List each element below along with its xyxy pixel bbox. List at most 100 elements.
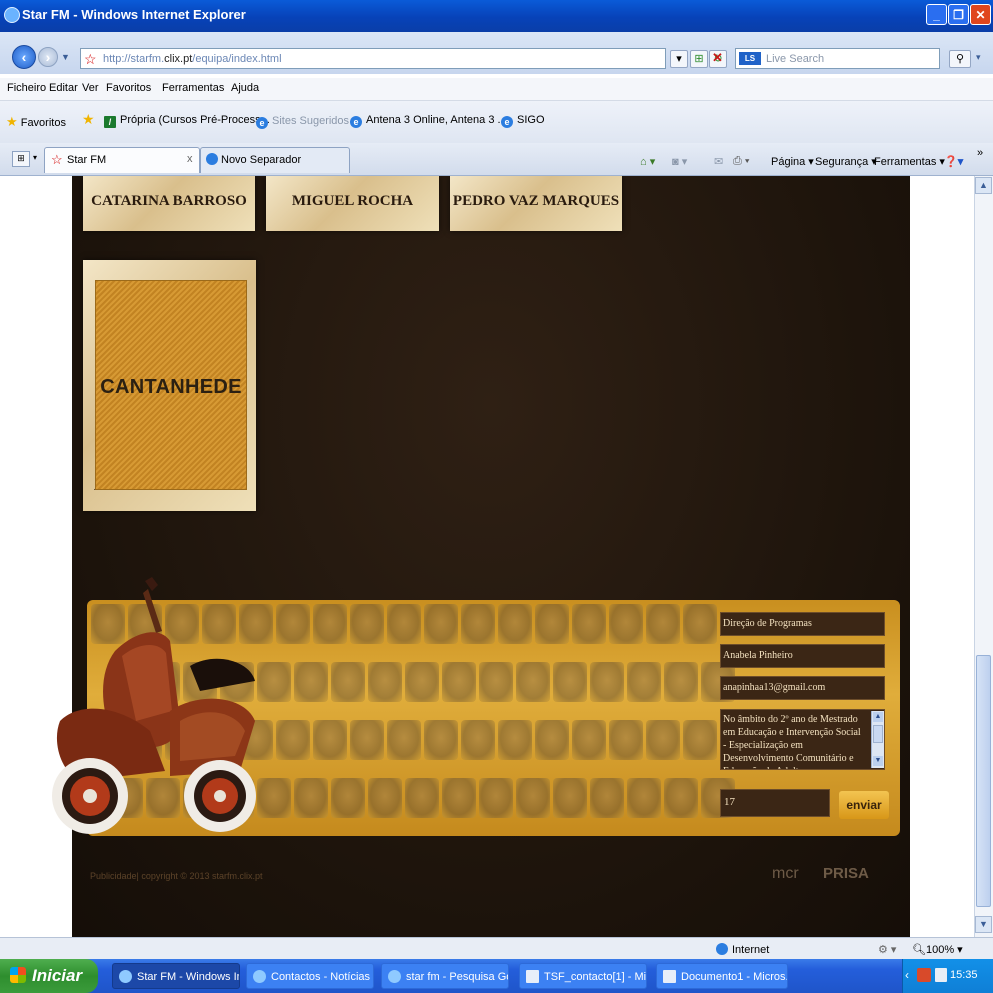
- maximize-button[interactable]: ❐: [948, 4, 969, 25]
- send-button[interactable]: enviar: [839, 791, 889, 819]
- help-icon[interactable]: ❓▾: [944, 155, 963, 168]
- search-options-icon[interactable]: ▾: [976, 52, 981, 63]
- tab-label: Star FM: [67, 154, 107, 166]
- face-tile: [387, 720, 421, 760]
- menu-edit[interactable]: Editar: [49, 82, 78, 94]
- message-scrollbar[interactable]: ▲ ▼: [871, 711, 884, 768]
- scroll-up-icon[interactable]: ▲: [873, 712, 883, 722]
- home-icon[interactable]: ⌂ ▾: [640, 155, 655, 168]
- menu-bar: Ficheiro Editar Ver Favoritos Ferramenta…: [0, 78, 993, 101]
- face-tile: [646, 604, 680, 644]
- protected-mode-icon[interactable]: ⚙ ▾: [878, 943, 896, 956]
- face-tile: [609, 604, 643, 644]
- minimize-button[interactable]: _: [926, 4, 947, 25]
- task-pesquisa[interactable]: star fm - Pesquisa Go...: [381, 963, 509, 989]
- task-tsf-contacto[interactable]: TSF_contacto[1] - Mi...: [519, 963, 647, 989]
- page-menu[interactable]: Página ▾: [771, 155, 814, 168]
- favorites-button[interactable]: ★ Favoritos: [6, 114, 66, 130]
- tray-network-icon[interactable]: [935, 968, 947, 982]
- favorite-item-sigo[interactable]: e SIGO: [501, 114, 545, 128]
- ie-icon: [119, 970, 132, 983]
- tray-app-icon[interactable]: [917, 968, 931, 982]
- name-field[interactable]: Anabela Pinheiro: [720, 644, 885, 668]
- favorite-item-sites[interactable]: e Sites Sugeridos ▾: [256, 114, 358, 129]
- security-menu[interactable]: Segurança ▾: [815, 155, 877, 168]
- stop-icon[interactable]: ✕: [712, 50, 723, 66]
- star-icon: ★: [6, 114, 18, 129]
- quick-tabs-icon[interactable]: ⊞: [12, 151, 30, 167]
- scroll-thumb[interactable]: [976, 655, 991, 907]
- face-tile: [276, 604, 310, 644]
- site-favicon-icon: ☆: [51, 152, 63, 167]
- prisa-logo: PRISA: [823, 865, 869, 882]
- tray-nav-icon[interactable]: ‹: [905, 968, 909, 982]
- close-button[interactable]: ✕: [970, 4, 991, 25]
- task-contactos[interactable]: Contactos - Notícias ...: [246, 963, 374, 989]
- face-tile: [572, 720, 606, 760]
- print-icon[interactable]: ⎙ ▾: [733, 155, 749, 168]
- favorite-item-antena3[interactable]: e Antena 3 Online, Antena 3 ...: [350, 114, 507, 128]
- taskbar-clock[interactable]: 15:35: [950, 969, 978, 981]
- face-tile: [683, 604, 717, 644]
- task-documento1[interactable]: Documento1 - Micros...: [656, 963, 788, 989]
- menu-tools[interactable]: Ferramentas: [162, 82, 224, 94]
- scroll-thumb[interactable]: [873, 725, 883, 743]
- team-member-name: PEDRO VAZ MARQUES: [452, 193, 620, 209]
- face-tile: [405, 662, 439, 702]
- face-tile: [683, 720, 717, 760]
- scroll-up-icon[interactable]: ▲: [975, 177, 992, 194]
- face-tile: [627, 662, 661, 702]
- compatibility-icon[interactable]: ⊞: [690, 50, 708, 68]
- search-icon[interactable]: ⚲: [949, 50, 971, 68]
- start-button[interactable]: Iniciar: [0, 959, 98, 993]
- face-tile: [553, 778, 587, 818]
- menu-help[interactable]: Ajuda: [231, 82, 259, 94]
- scooter-illustration: [52, 577, 256, 834]
- face-tile: [609, 720, 643, 760]
- face-tile: [535, 604, 569, 644]
- ie-icon: [253, 970, 266, 983]
- scroll-down-icon[interactable]: ▼: [975, 916, 992, 933]
- face-tile: [424, 604, 458, 644]
- team-card[interactable]: MIGUEL ROCHA: [266, 176, 439, 231]
- message-textarea[interactable]: No âmbito do 2º ano de Mestrado em Educa…: [720, 709, 885, 770]
- tab-star-fm[interactable]: ☆ Star FM x: [44, 147, 200, 173]
- team-card[interactable]: CATARINA BARROSO: [83, 176, 255, 231]
- live-search-icon: LS: [739, 52, 761, 65]
- history-dropdown-icon[interactable]: ▼: [61, 52, 70, 62]
- menu-file[interactable]: Ficheiro: [7, 82, 46, 94]
- tab-close-icon[interactable]: x: [187, 153, 193, 165]
- tab-list-icon[interactable]: ▾: [33, 153, 37, 162]
- search-field[interactable]: LS Live Search: [735, 48, 940, 69]
- address-field[interactable]: ☆ http://starfm.clix.pt/equipa/index.htm…: [80, 48, 666, 69]
- back-button[interactable]: ‹: [12, 45, 36, 69]
- forward-button[interactable]: ›: [38, 47, 58, 67]
- menu-favorites[interactable]: Favoritos: [106, 82, 151, 94]
- scroll-down-icon[interactable]: ▼: [873, 756, 883, 766]
- add-favorite-icon[interactable]: ★: [82, 111, 95, 128]
- address-dropdown-icon[interactable]: ▾: [670, 50, 688, 68]
- mail-icon[interactable]: ✉: [714, 155, 723, 168]
- favorites-bar: ★ Favoritos ★ / Própria (Cursos Pré-Proce…: [0, 101, 993, 144]
- face-tile: [331, 778, 365, 818]
- captcha-field[interactable]: 17: [720, 789, 830, 817]
- zoom-control[interactable]: 🔍︎100% ▾: [912, 943, 963, 956]
- menu-view[interactable]: Ver: [82, 82, 99, 94]
- tools-menu[interactable]: Ferramentas ▾: [874, 155, 945, 168]
- email-field[interactable]: anapinhaa13@gmail.com: [720, 676, 885, 700]
- team-member-name: CATARINA BARROSO: [91, 193, 247, 209]
- window-title: Star FM - Windows Internet Explorer: [22, 7, 246, 22]
- feeds-icon[interactable]: ◙ ▾: [672, 155, 687, 168]
- tab-new[interactable]: Novo Separador: [200, 147, 350, 173]
- tab-bar: ⊞ ▾ ☆ Star FM x Novo Separador ⌂ ▾ ◙ ▾ ✉…: [0, 143, 993, 176]
- face-tile: [350, 604, 384, 644]
- copyright-text[interactable]: Publicidade| copyright © 2013 starfm.cli…: [90, 871, 263, 881]
- favorite-item-propria[interactable]: / Própria (Cursos Pré-Process...: [104, 114, 270, 128]
- team-card[interactable]: PEDRO VAZ MARQUES: [450, 176, 622, 231]
- toolbar-overflow-icon[interactable]: »: [977, 147, 983, 159]
- ie-icon: [4, 7, 20, 23]
- face-tile: [479, 662, 513, 702]
- face-tile: [498, 720, 532, 760]
- task-star-fm[interactable]: Star FM - Windows In...: [112, 963, 240, 989]
- subject-field[interactable]: Direção de Programas: [720, 612, 885, 636]
